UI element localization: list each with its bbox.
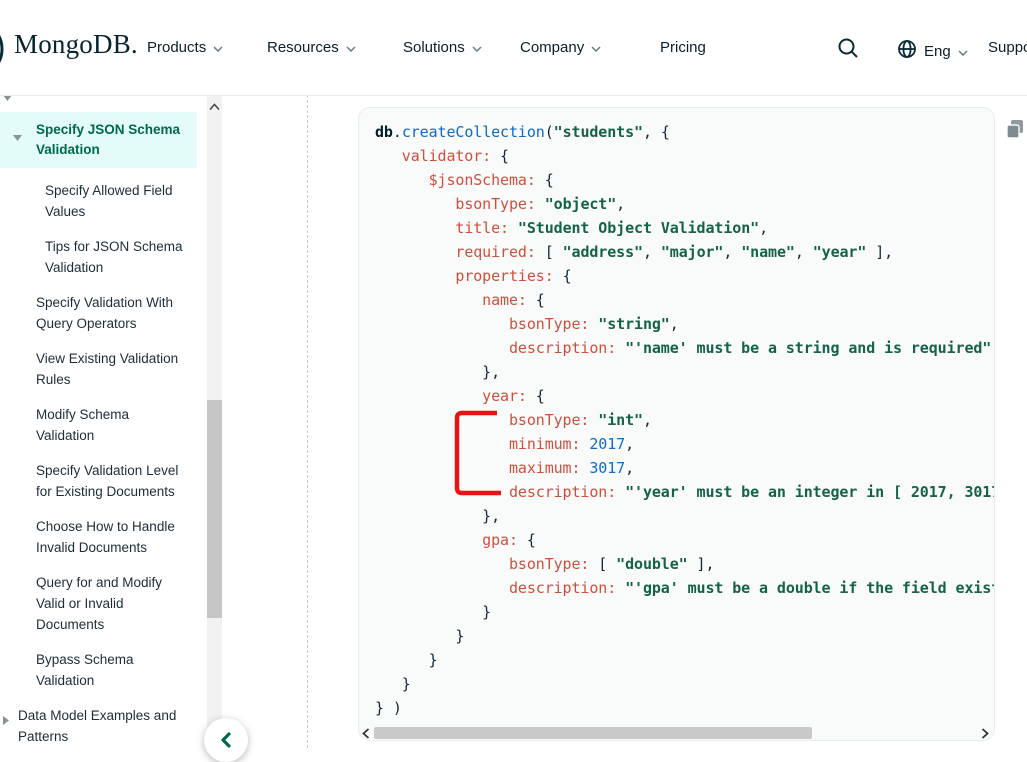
code-line: db.createCollection("students", {: [375, 120, 988, 144]
code-line: required: [ "address", "major", "name", …: [375, 240, 988, 264]
chevron-down-icon: [591, 39, 601, 56]
code-line: },: [375, 504, 988, 528]
code-line: description: "'year' must be an integer …: [375, 480, 988, 504]
sidebar-item-query-modify-valid-invalid-documents[interactable]: Query for and Modify Valid or Invalid Do…: [36, 572, 191, 635]
sidebar-item-bypass-schema-validation[interactable]: Bypass Schema Validation: [36, 649, 191, 691]
sidebar-item-choose-how-to-handle-invalid-documents[interactable]: Choose How to Handle Invalid Documents: [36, 516, 191, 558]
top-navbar: MongoDB. Products Resources Solutions Co…: [0, 0, 1027, 96]
scroll-left-arrow-icon[interactable]: [360, 726, 372, 740]
sidebar-scrollbar-thumb[interactable]: [207, 400, 222, 618]
mongodb-leaf-icon: [0, 29, 8, 74]
code-line: bsonType: "object",: [375, 192, 988, 216]
nav-resources[interactable]: Resources: [267, 39, 356, 56]
code-line: minimum: 2017,: [375, 432, 988, 456]
code-line: maximum: 3017,: [375, 456, 988, 480]
copy-code-icon[interactable]: [1004, 118, 1026, 140]
code-line: bsonType: "int",: [375, 408, 988, 432]
code-line: } ): [375, 696, 988, 720]
search-icon[interactable]: [837, 37, 859, 64]
nav-company[interactable]: Company: [520, 39, 601, 56]
chevron-down-icon: [346, 39, 356, 56]
code-line: }: [375, 600, 988, 624]
code-line: $jsonSchema: {: [375, 168, 988, 192]
scroll-right-arrow-icon[interactable]: [979, 726, 991, 740]
chevron-down-icon: [213, 39, 223, 56]
nav-pricing[interactable]: Pricing: [660, 39, 706, 56]
sidebar-item-specify-json-schema-validation[interactable]: Specify JSON Schema Validation: [0, 112, 197, 168]
code-line: year: {: [375, 384, 988, 408]
content-divider: [307, 95, 308, 748]
code-line: }: [375, 648, 988, 672]
sidebar-item-specify-allowed-field-values[interactable]: Specify Allowed Field Values: [45, 180, 195, 222]
sidebar-item-modify-schema-validation[interactable]: Modify Schema Validation: [36, 404, 191, 446]
code-horizontal-scrollbar[interactable]: [359, 726, 994, 740]
caret-right-icon: [3, 710, 9, 731]
code-line: description: "'name' must be a string an…: [375, 336, 988, 360]
mongodb-logo[interactable]: MongoDB.: [14, 29, 138, 60]
caret-down-icon: [13, 127, 22, 147]
sidebar-item-data-model-examples-and-patterns[interactable]: Data Model Examples and Patterns: [18, 705, 193, 747]
chevron-down-icon: [472, 39, 482, 56]
code-content: db.createCollection("students", { valida…: [359, 108, 994, 722]
caret-down-icon: [3, 95, 12, 107]
nav-support[interactable]: Support: [988, 39, 1027, 56]
sidebar-item-tips-for-json-schema-validation[interactable]: Tips for JSON Schema Validation: [45, 236, 195, 278]
collapse-sidebar-button[interactable]: [204, 718, 248, 762]
chevron-down-icon: [958, 43, 968, 60]
code-block: db.createCollection("students", { valida…: [358, 107, 995, 741]
globe-icon: [897, 39, 917, 63]
nav-solutions[interactable]: Solutions: [403, 39, 482, 56]
code-line: bsonType: "string",: [375, 312, 988, 336]
scroll-up-arrow-icon[interactable]: [209, 98, 220, 116]
sidebar-item-specify-validation-level[interactable]: Specify Validation Level for Existing Do…: [36, 460, 191, 502]
code-line: }: [375, 672, 988, 696]
sidebar-item-view-existing-validation-rules[interactable]: View Existing Validation Rules: [36, 348, 191, 390]
sidebar-list: Specify Allowed Field Values Tips for JS…: [0, 168, 207, 747]
code-line: name: {: [375, 288, 988, 312]
language-selector[interactable]: Eng: [897, 39, 968, 63]
code-line: title: "Student Object Validation",: [375, 216, 988, 240]
code-line: description: "'gpa' must be a double if …: [375, 576, 988, 600]
code-scrollbar-thumb[interactable]: [374, 727, 812, 739]
docs-sidebar: Schema Validation Specify JSON Schema Va…: [0, 95, 207, 748]
code-line: },: [375, 360, 988, 384]
nav-products[interactable]: Products: [147, 39, 223, 56]
code-line: properties: {: [375, 264, 988, 288]
sidebar-item-specify-validation-query-operators[interactable]: Specify Validation With Query Operators: [36, 292, 191, 334]
code-line: bsonType: [ "double" ],: [375, 552, 988, 576]
code-line: gpa: {: [375, 528, 988, 552]
code-line: }: [375, 624, 988, 648]
sidebar-item-schema-validation[interactable]: Schema Validation: [0, 95, 207, 102]
code-line: validator: {: [375, 144, 988, 168]
